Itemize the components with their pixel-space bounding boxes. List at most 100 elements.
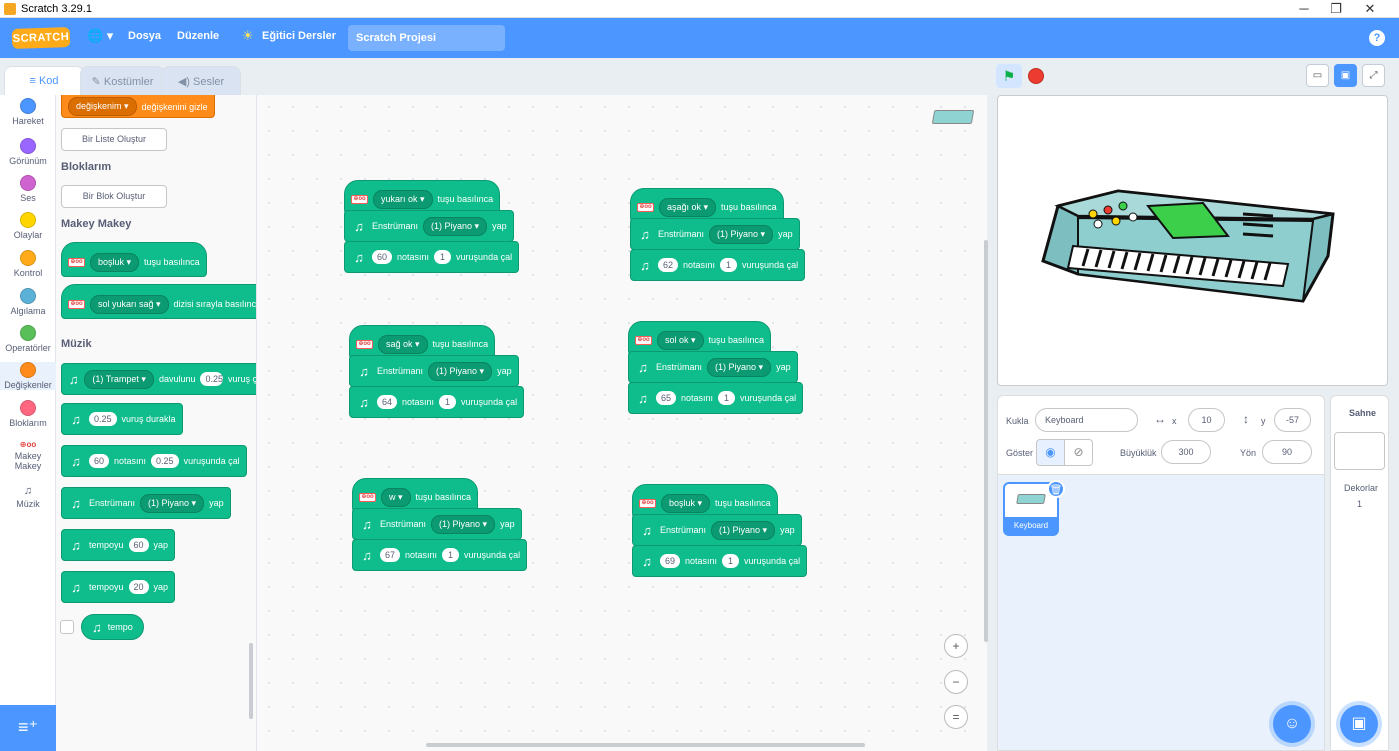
set-instrument-block[interactable]: ♫ Enstrümanı (1) Piyano ▾ yap bbox=[632, 514, 802, 546]
green-flag-button[interactable]: ⚑ bbox=[996, 64, 1022, 88]
key-dropdown[interactable]: sol ok ▾ bbox=[657, 330, 704, 350]
add-sprite-button[interactable]: ☺ bbox=[1273, 705, 1311, 743]
zoom-in-button[interactable]: + bbox=[944, 634, 968, 658]
instrument-dropdown[interactable]: (1) Piyano ▾ bbox=[707, 357, 772, 377]
category-makey-makey[interactable]: ⊕oo Makey Makey bbox=[0, 440, 56, 471]
set-tempo-block[interactable]: ♫ tempoyu 60 yap bbox=[61, 529, 176, 561]
instrument-dropdown[interactable]: (1) Piyano ▾ bbox=[709, 224, 774, 244]
close-icon[interactable]: ✕ bbox=[1356, 1, 1384, 17]
hide-variable-block[interactable]: değişkenim ▾ değişkenini gizle bbox=[61, 95, 215, 118]
note-input[interactable]: 60 bbox=[89, 454, 110, 468]
workspace-vertical-scrollbar[interactable] bbox=[984, 240, 988, 642]
fullscreen-button[interactable]: ⤢ bbox=[1362, 64, 1385, 87]
instrument-dropdown[interactable]: (1) Piyano ▾ bbox=[431, 514, 496, 534]
beats-input[interactable]: 1 bbox=[718, 391, 736, 405]
set-instrument-block[interactable]: ♫ Enstrümanı (1) Piyano ▾ yap bbox=[344, 210, 514, 242]
project-title-input[interactable]: Scratch Projesi bbox=[348, 25, 505, 51]
tempo-monitor-checkbox[interactable] bbox=[60, 620, 74, 634]
category-events[interactable]: Olaylar bbox=[0, 212, 56, 240]
note-input[interactable]: 62 bbox=[658, 258, 679, 272]
category-sound[interactable]: Ses bbox=[0, 175, 56, 203]
stop-button[interactable] bbox=[1028, 68, 1044, 84]
menu-file[interactable]: Dosya bbox=[128, 30, 161, 42]
y-position-input[interactable]: -57 bbox=[1274, 408, 1311, 432]
play-note-block[interactable]: ♫ 60 notasını 0.25 vuruşunda çal bbox=[61, 445, 247, 477]
category-variables[interactable]: Değişkenler bbox=[0, 362, 56, 390]
when-key-pressed-block[interactable]: ⊕oo sağ ok ▾ tuşu basılınca bbox=[349, 325, 496, 359]
set-instrument-block[interactable]: ♫ Enstrümanı (1) Piyano ▾ yap bbox=[628, 351, 798, 383]
when-key-pressed-block[interactable]: ⊕oo w ▾ tuşu basılınca bbox=[352, 478, 479, 512]
palette-scrollbar[interactable] bbox=[249, 643, 253, 719]
restore-icon[interactable]: ❐ bbox=[1322, 1, 1350, 17]
minimize-icon[interactable]: ─ bbox=[1290, 1, 1318, 16]
tempo-input[interactable]: 60 bbox=[128, 538, 149, 552]
make-block-button[interactable]: Bir Blok Oluştur bbox=[61, 185, 167, 208]
add-extension-button[interactable]: ≡⁺ bbox=[0, 705, 56, 751]
play-note-block[interactable]: ♫ 67 notasını 1 vuruşunda çal bbox=[352, 539, 528, 571]
key-dropdown[interactable]: yukarı ok ▾ bbox=[373, 189, 433, 209]
when-key-pressed-block[interactable]: ⊕oo yukarı ok ▾ tuşu basılınca bbox=[344, 180, 501, 214]
set-instrument-block[interactable]: ♫ Enstrümanı (1) Piyano ▾ yap bbox=[349, 355, 519, 387]
direction-input[interactable]: 90 bbox=[1262, 440, 1312, 464]
show-sprite-button[interactable]: ◉ bbox=[1036, 439, 1065, 466]
stage-thumbnail[interactable] bbox=[1334, 432, 1385, 470]
beats-input[interactable]: 1 bbox=[722, 554, 740, 568]
large-stage-button[interactable]: ▣ bbox=[1334, 64, 1357, 87]
category-my-blocks[interactable]: Bloklarım bbox=[0, 400, 56, 428]
variable-dropdown[interactable]: değişkenim ▾ bbox=[68, 97, 137, 116]
play-note-block[interactable]: ♫ 60 notasını 1 vuruşunda çal bbox=[344, 241, 520, 273]
beats-input[interactable]: 0.25 bbox=[200, 372, 223, 386]
when-key-pressed-block[interactable]: ⊕oo boşluk ▾ tuşu basılınca bbox=[632, 484, 778, 518]
note-input[interactable]: 65 bbox=[656, 391, 677, 405]
beats-input[interactable]: 1 bbox=[720, 258, 738, 272]
menu-edit[interactable]: Düzenle bbox=[177, 30, 219, 42]
beats-input[interactable]: 0.25 bbox=[151, 454, 179, 468]
make-list-button[interactable]: Bir Liste Oluştur bbox=[61, 128, 167, 151]
small-stage-button[interactable]: ▭ bbox=[1306, 64, 1329, 87]
keyboard-sprite[interactable] bbox=[998, 96, 1387, 385]
instrument-dropdown[interactable]: (1) Piyano ▾ bbox=[140, 493, 205, 513]
play-note-block[interactable]: ♫ 65 notasını 1 vuruşunda çal bbox=[628, 382, 804, 414]
note-input[interactable]: 64 bbox=[377, 395, 398, 409]
drum-dropdown[interactable]: (1) Trampet ▾ bbox=[84, 369, 154, 389]
change-tempo-block[interactable]: ♫ tempoyu 20 yap bbox=[61, 571, 176, 603]
category-looks[interactable]: Görünüm bbox=[0, 138, 56, 166]
category-control[interactable]: Kontrol bbox=[0, 250, 56, 278]
beats-input[interactable]: 1 bbox=[434, 250, 452, 264]
tab-sounds[interactable]: ◀) Sesler bbox=[161, 66, 241, 95]
menu-tutorials[interactable]: Eğitici Dersler bbox=[262, 30, 336, 42]
play-note-block[interactable]: ♫ 62 notasını 1 vuruşunda çal bbox=[630, 249, 806, 281]
key-dropdown[interactable]: aşağı ok ▾ bbox=[659, 197, 717, 217]
set-instrument-block[interactable]: ♫ Enstrümanı (1) Piyano ▾ yap bbox=[352, 508, 522, 540]
tempo-reporter-block[interactable]: ♫ tempo bbox=[81, 614, 144, 640]
category-operators[interactable]: Operatörler bbox=[0, 325, 56, 353]
when-key-pressed-block[interactable]: ⊕oo sol ok ▾ tuşu basılınca bbox=[628, 321, 772, 355]
help-icon[interactable]: ? bbox=[1369, 30, 1385, 46]
tab-costumes[interactable]: ✎ Kostümler bbox=[80, 66, 165, 95]
key-dropdown[interactable]: sağ ok ▾ bbox=[378, 334, 428, 354]
beats-input[interactable]: 1 bbox=[439, 395, 457, 409]
category-sensing[interactable]: Algılama bbox=[0, 288, 56, 316]
key-dropdown[interactable]: boşluk ▾ bbox=[90, 252, 140, 272]
language-icon[interactable]: 🌐 ▾ bbox=[87, 28, 113, 44]
sequence-dropdown[interactable]: sol yukarı sağ ▾ bbox=[90, 294, 169, 314]
hide-sprite-button[interactable]: ⊘ bbox=[1064, 439, 1093, 466]
x-position-input[interactable]: 10 bbox=[1188, 408, 1225, 432]
scratch-logo[interactable]: SCRATCH bbox=[11, 26, 71, 50]
delete-sprite-icon[interactable]: 🗑 bbox=[1047, 480, 1065, 498]
play-drum-block[interactable]: ♫ (1) Trampet ▾ davulunu 0.25 vuruş çal bbox=[61, 363, 256, 395]
workspace-horizontal-scrollbar[interactable] bbox=[426, 743, 865, 747]
sprite-name-input[interactable]: Keyboard bbox=[1035, 408, 1138, 432]
makey-sequence-block[interactable]: ⊕oo sol yukarı sağ ▾ dizisi sırayla basılı… bbox=[61, 284, 256, 319]
play-note-block[interactable]: ♫ 64 notasını 1 vuruşunda çal bbox=[349, 386, 525, 418]
play-note-block[interactable]: ♫ 69 notasını 1 vuruşunda çal bbox=[632, 545, 808, 577]
add-backdrop-button[interactable]: ▣ bbox=[1340, 705, 1378, 743]
note-input[interactable]: 69 bbox=[660, 554, 681, 568]
stage-canvas[interactable] bbox=[997, 95, 1388, 386]
tempo-input[interactable]: 20 bbox=[128, 580, 149, 594]
rest-block[interactable]: ♫ 0.25 vuruş durakla bbox=[61, 403, 183, 435]
set-instrument-block[interactable]: ♫ Enstrümanı (1) Piyano ▾ yap bbox=[630, 218, 800, 250]
note-input[interactable]: 60 bbox=[372, 250, 393, 264]
zoom-reset-button[interactable]: = bbox=[944, 705, 968, 729]
makey-key-pressed-block[interactable]: ⊕oo boşluk ▾ tuşu basılınca bbox=[61, 242, 207, 277]
